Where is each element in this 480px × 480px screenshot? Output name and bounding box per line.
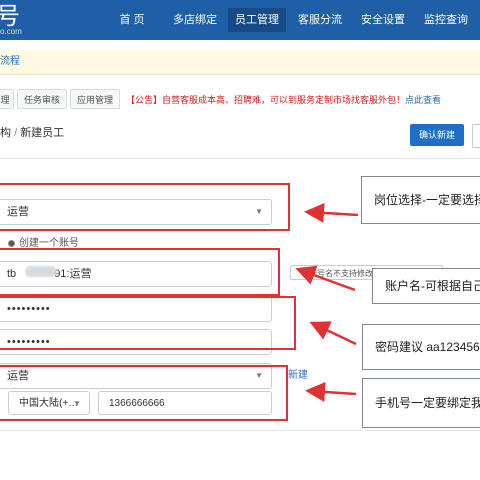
arrow-position <box>304 202 359 223</box>
annotation-arrows <box>295 202 359 402</box>
arrow-phone <box>305 381 357 402</box>
arrow-password <box>309 321 357 346</box>
arrow-account <box>295 265 356 292</box>
